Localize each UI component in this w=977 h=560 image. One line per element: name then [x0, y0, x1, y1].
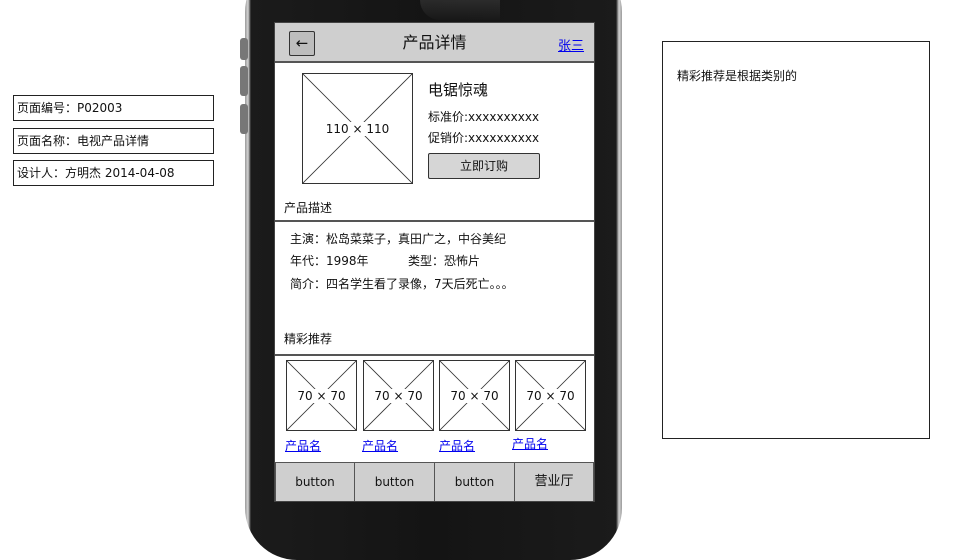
side-button	[240, 66, 248, 96]
side-button	[240, 38, 248, 60]
user-link[interactable]: 张三	[558, 35, 584, 54]
summary-text: 简介：四名学生看了录像，7天后死亡。。。	[290, 277, 514, 291]
screen-title: 产品详情	[402, 33, 467, 52]
section-divider	[275, 354, 594, 356]
memo-box: 精彩推荐是根据类别的	[662, 41, 930, 439]
product-image-label: 110 × 110	[324, 121, 391, 136]
section-divider	[275, 220, 594, 222]
recommend-image-label: 70 × 70	[373, 388, 424, 403]
recommend-image[interactable]: 70 × 70	[363, 360, 434, 431]
product-name: 电锯惊魂	[428, 81, 489, 99]
tab-button-3[interactable]: button	[434, 462, 515, 501]
phone-screen: 产品详情 ← 张三 110 × 110 电锯惊魂 标准价:xxxxxxxxxx …	[274, 22, 595, 502]
phone-glare	[420, 0, 500, 20]
product-image: 110 × 110	[302, 73, 413, 184]
year-text: 年代：1998年	[290, 254, 369, 268]
recommend-product-link[interactable]: 产品名	[362, 437, 398, 454]
designer-note: 设计人：方明杰 2014-04-08	[13, 160, 214, 186]
back-button[interactable]: ←	[289, 31, 315, 56]
promo-price: 促销价:xxxxxxxxxx	[428, 131, 540, 145]
recommend-image-label: 70 × 70	[296, 388, 347, 403]
recommend-product-link[interactable]: 产品名	[439, 437, 475, 454]
side-button	[240, 104, 248, 134]
recommend-image-label: 70 × 70	[449, 388, 500, 403]
recommend-product-link[interactable]: 产品名	[285, 437, 321, 454]
recommend-image[interactable]: 70 × 70	[515, 360, 586, 431]
recommend-title: 精彩推荐	[284, 332, 333, 346]
description-title: 产品描述	[284, 201, 333, 215]
tab-business-hall[interactable]: 营业厅	[514, 462, 594, 501]
cast-text: 主演：松岛菜菜子，真田广之，中谷美纪	[290, 232, 507, 246]
tab-button-1[interactable]: button	[275, 462, 355, 501]
recommend-image-label: 70 × 70	[525, 388, 576, 403]
back-arrow-icon: ←	[295, 34, 309, 52]
recommend-product-link[interactable]: 产品名	[512, 435, 548, 452]
memo-text: 精彩推荐是根据类别的	[677, 69, 798, 83]
standard-price: 标准价:xxxxxxxxxx	[428, 110, 540, 124]
recommend-image[interactable]: 70 × 70	[286, 360, 357, 431]
buy-now-button[interactable]: 立即订购	[428, 153, 540, 179]
genre-text: 类型：恐怖片	[408, 254, 481, 268]
tab-button-2[interactable]: button	[354, 462, 435, 501]
page-id-note: 页面编号：P02003	[13, 95, 214, 121]
recommend-image[interactable]: 70 × 70	[439, 360, 510, 431]
page-name-note: 页面名称：电视产品详情	[13, 128, 214, 154]
